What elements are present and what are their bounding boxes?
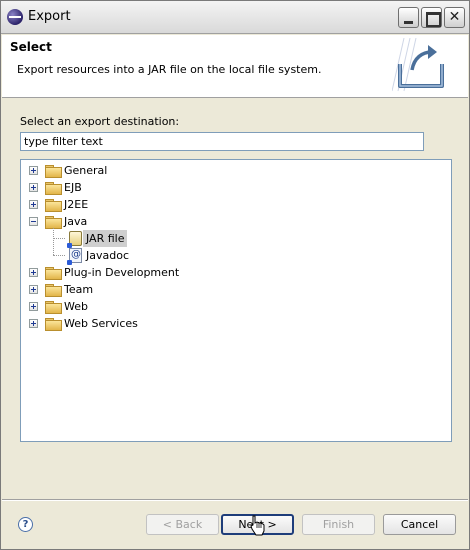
tree-item-label: General — [64, 164, 108, 177]
expand-icon[interactable] — [29, 268, 38, 277]
export-dialog: Export ✕ Select Export resources into a … — [0, 0, 470, 550]
footer-separator — [2, 499, 468, 501]
wizard-header: Select Export resources into a JAR file … — [2, 35, 468, 98]
folder-icon — [45, 165, 62, 178]
folder-icon — [45, 267, 62, 280]
tree-item-label: Javadoc — [86, 249, 129, 262]
close-button[interactable]: ✕ — [444, 7, 465, 28]
tree-item-java[interactable]: Java — [29, 213, 329, 230]
tree-item-web[interactable]: Web — [29, 298, 329, 315]
tree-item-label: Web — [64, 300, 88, 313]
tree-item-label: Team — [64, 283, 94, 296]
maximize-button[interactable] — [421, 7, 442, 28]
folder-icon — [45, 284, 62, 297]
filter-input[interactable] — [20, 132, 424, 151]
eclipse-icon — [7, 9, 23, 25]
tree-item-general[interactable]: General — [29, 162, 329, 179]
tree-item-label: J2EE — [64, 198, 89, 211]
destination-tree[interactable]: General EJB J2EE Java JAR file @ Javadoc… — [20, 159, 452, 442]
tree-item-plugin-development[interactable]: Plug-in Development — [29, 264, 329, 281]
tree-connector — [53, 228, 54, 255]
help-icon[interactable]: ? — [18, 517, 33, 532]
tree-item-label: JAR file — [83, 230, 128, 247]
expand-icon[interactable] — [29, 200, 38, 209]
tree-connector — [53, 255, 65, 256]
close-icon: ✕ — [448, 9, 461, 25]
expand-icon[interactable] — [29, 319, 38, 328]
tree-item-label: Plug-in Development — [64, 266, 180, 279]
tree-item-label: Java — [64, 215, 88, 228]
folder-icon — [45, 301, 62, 314]
tree-item-jar-file[interactable]: JAR file — [65, 230, 265, 248]
javadoc-icon — [67, 248, 82, 265]
tree-item-team[interactable]: Team — [29, 281, 329, 298]
expand-icon[interactable] — [29, 302, 38, 311]
hand-cursor-icon — [250, 515, 265, 536]
title-bar[interactable]: Export ✕ — [1, 1, 469, 34]
tree-connector — [53, 238, 65, 239]
export-banner-icon — [392, 38, 444, 92]
tree-item-label: Web Services — [64, 317, 138, 330]
folder-icon — [45, 318, 62, 331]
folder-open-icon — [45, 216, 62, 229]
tree-item-javadoc[interactable]: Javadoc — [65, 247, 265, 265]
tree-item-label: EJB — [64, 181, 82, 194]
tree-item-ejb[interactable]: EJB — [29, 179, 329, 196]
window-title: Export — [28, 9, 71, 24]
jar-file-icon — [67, 231, 82, 248]
collapse-icon[interactable] — [29, 217, 38, 226]
tree-item-j2ee[interactable]: J2EE — [29, 196, 329, 213]
destination-prompt: Select an export destination: — [20, 115, 180, 128]
expand-icon[interactable] — [29, 183, 38, 192]
minimize-button[interactable] — [398, 7, 419, 28]
expand-icon[interactable] — [29, 166, 38, 175]
finish-button[interactable]: Finish — [302, 514, 375, 535]
page-title: Select — [10, 40, 52, 54]
folder-icon — [45, 182, 62, 195]
cancel-button[interactable]: Cancel — [383, 514, 456, 535]
folder-icon — [45, 199, 62, 212]
back-button[interactable]: < Back — [146, 514, 219, 535]
tree-item-web-services[interactable]: Web Services — [29, 315, 329, 332]
expand-icon[interactable] — [29, 285, 38, 294]
page-description: Export resources into a JAR file on the … — [17, 63, 322, 76]
